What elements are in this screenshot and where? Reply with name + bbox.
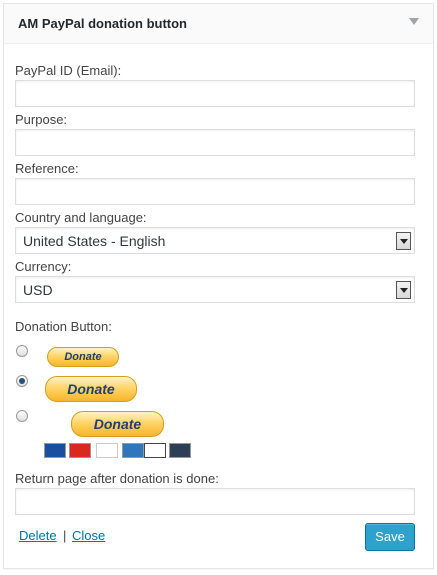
- donate-medium-radio[interactable]: [16, 375, 28, 387]
- mastercard-card-icon: [69, 443, 91, 458]
- country-select[interactable]: United States - English: [15, 227, 415, 254]
- dropdown-arrow-icon[interactable]: [396, 232, 411, 250]
- footer-separator: |: [63, 528, 67, 543]
- return-page-input[interactable]: [15, 488, 415, 515]
- purpose-label: Purpose:: [15, 112, 68, 127]
- collapse-arrow-icon[interactable]: [409, 18, 419, 25]
- dropdown-arrow-icon[interactable]: [396, 281, 411, 299]
- donate-small-radio[interactable]: [16, 345, 28, 357]
- return-page-label: Return page after donation is done:: [15, 471, 219, 486]
- bank-card-icon: [169, 443, 191, 458]
- paypal-id-label: PayPal ID (Email):: [15, 63, 122, 78]
- reference-label: Reference:: [15, 161, 79, 176]
- close-link[interactable]: Close: [72, 528, 105, 543]
- donate-large-radio[interactable]: [16, 410, 28, 422]
- country-label: Country and language:: [15, 210, 147, 225]
- country-select-value: United States - English: [23, 233, 166, 249]
- save-button[interactable]: Save: [365, 523, 415, 551]
- delete-link[interactable]: Delete: [19, 528, 57, 543]
- widget-title: AM PayPal donation button: [18, 16, 187, 31]
- reference-input[interactable]: [15, 178, 415, 205]
- purpose-input[interactable]: [15, 129, 415, 156]
- maestro-card-icon: [44, 443, 66, 458]
- paypal-id-input[interactable]: [15, 80, 415, 107]
- donate-medium-button: Donate: [45, 376, 137, 402]
- visa-card-icon: [96, 443, 118, 458]
- widget-header[interactable]: AM PayPal donation button: [4, 4, 433, 44]
- currency-select[interactable]: USD: [15, 276, 415, 303]
- discover-card-icon: [144, 443, 166, 458]
- currency-label: Currency:: [15, 259, 72, 274]
- amex-card-icon: [122, 443, 144, 458]
- donation-button-label: Donation Button:: [15, 319, 112, 334]
- currency-select-value: USD: [23, 282, 53, 298]
- donate-small-button: Donate: [47, 347, 119, 367]
- donate-large-button: Donate: [71, 411, 164, 437]
